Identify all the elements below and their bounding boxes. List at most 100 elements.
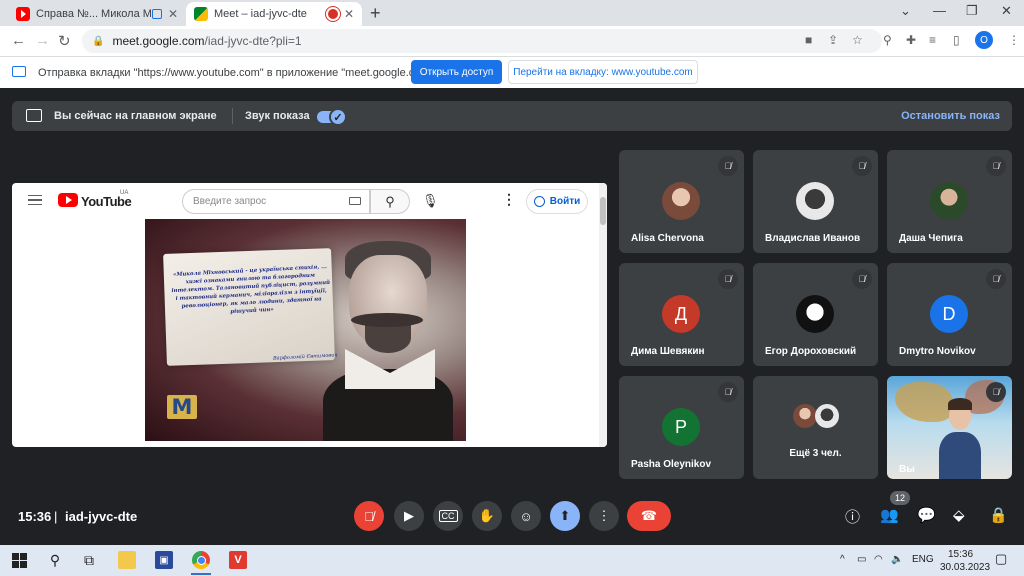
extension-icon[interactable]: ⚲ xyxy=(883,33,892,47)
emoji-icon: ☺ xyxy=(519,508,533,524)
share-icon[interactable]: ⇪ xyxy=(828,33,838,47)
participant-tile[interactable]: 🎙̸ Егор Дороховский xyxy=(753,263,878,366)
people-icon[interactable]: 👥 xyxy=(880,506,899,524)
captions-button[interactable]: CC xyxy=(433,501,463,531)
search-icon[interactable]: ⚲ xyxy=(370,189,410,214)
minimize-icon[interactable]: — xyxy=(933,3,946,18)
side-panel-icon[interactable]: ▯ xyxy=(953,33,960,47)
puzzle-icon[interactable]: ✚ xyxy=(906,33,916,47)
captions-icon: CC xyxy=(438,510,458,522)
mic-off-icon: 🎙̸ xyxy=(852,156,872,176)
battery-icon[interactable]: ▭ xyxy=(857,554,866,565)
address-bar[interactable]: 🔒 meet.google.com/iad-jyvc-dte?pli=1 xyxy=(82,29,882,53)
browser-toolbar: ← → ↻ 🔒 meet.google.com/iad-jyvc-dte?pli… xyxy=(0,26,1024,56)
avatar xyxy=(662,182,700,220)
network-icon[interactable]: ◠ xyxy=(874,554,883,565)
participant-tile[interactable]: 🎙̸ Владислав Иванов xyxy=(753,150,878,253)
participant-tile[interactable]: 🎙̸ Даша Чепига xyxy=(887,150,1012,253)
bookmark-star-icon[interactable]: ☆ xyxy=(852,33,863,47)
save-app-icon[interactable]: ▣ xyxy=(155,551,173,569)
keyboard-icon[interactable] xyxy=(349,197,361,205)
participant-tile[interactable]: 🎙̸ Д Дима Шевякин xyxy=(619,263,744,366)
back-icon[interactable]: ← xyxy=(11,32,26,49)
scrollbar-thumb[interactable] xyxy=(600,197,606,225)
close-tab-icon[interactable]: ✕ xyxy=(168,7,178,21)
vivaldi-icon[interactable]: V xyxy=(229,551,247,569)
reload-icon[interactable]: ↻ xyxy=(58,32,71,50)
more-participants-label: Ещё 3 чел. xyxy=(789,448,842,459)
show-hidden-icons-icon[interactable]: ^ xyxy=(840,554,845,565)
video-player[interactable]: «Микола Міхновський - це українська стих… xyxy=(145,219,466,441)
participant-name: Дима Шевякин xyxy=(631,346,705,357)
notifications-icon[interactable]: ▢ xyxy=(995,551,1007,567)
goto-tab-button[interactable]: Перейти на вкладку: www.youtube.com xyxy=(508,60,698,84)
active-app-indicator xyxy=(191,573,211,575)
close-window-icon[interactable]: ✕ xyxy=(1001,3,1012,19)
host-controls-icon[interactable]: 🔒 xyxy=(989,506,1008,524)
microphone-off-button[interactable]: 🎙̸ xyxy=(354,501,384,531)
hamburger-menu-icon[interactable] xyxy=(28,195,42,205)
stop-presenting-button[interactable]: Остановить показ xyxy=(901,110,1000,122)
meeting-details-icon[interactable]: ⓘ xyxy=(845,506,860,527)
raise-hand-button[interactable]: ✋ xyxy=(472,501,502,531)
profile-avatar[interactable]: O xyxy=(975,31,993,49)
share-audio-toggle[interactable]: ✓ xyxy=(317,108,347,126)
more-options-icon[interactable]: ⋮ xyxy=(502,191,516,208)
youtube-wordmark[interactable]: YouTube xyxy=(81,194,132,209)
more-options-button[interactable]: ⋮ xyxy=(589,501,619,531)
recording-indicator-icon xyxy=(327,9,338,19)
volume-icon[interactable]: 🔈 xyxy=(891,554,903,565)
youtube-search-input[interactable]: Введите запрос xyxy=(182,189,370,214)
close-tab-icon[interactable]: ✕ xyxy=(344,7,354,21)
participant-name: Владислав Иванов xyxy=(765,233,861,244)
camera-in-use-icon[interactable]: ■ xyxy=(805,33,812,47)
search-icon[interactable]: ⚲ xyxy=(46,551,64,569)
new-tab-button[interactable]: + xyxy=(370,3,381,24)
chrome-icon[interactable] xyxy=(192,551,210,569)
participant-name: Вы xyxy=(899,464,915,475)
file-explorer-icon[interactable] xyxy=(118,551,136,569)
mic-off-icon: 🎙̸ xyxy=(718,156,738,176)
tab-search-icon[interactable]: ⌄ xyxy=(900,3,911,19)
shared-screen: YouTube UA Введите запрос ⚲ 🎙 ⋮ Войти «М… xyxy=(12,183,607,447)
avatar xyxy=(930,182,968,220)
more-participants-tile[interactable]: Ещё 3 чел. xyxy=(753,376,878,479)
hang-up-icon: ☎ xyxy=(640,508,658,523)
youtube-logo-icon[interactable] xyxy=(58,193,78,207)
input-language[interactable]: ENG xyxy=(912,554,934,565)
microphone-icon[interactable]: 🎙 xyxy=(422,193,439,209)
taskbar-clock-time[interactable]: 15:36 xyxy=(948,549,973,560)
presenting-status: Вы сейчас на главном экране xyxy=(54,110,217,122)
camera-button[interactable]: ▶ xyxy=(394,501,424,531)
leave-call-button[interactable]: ☎ xyxy=(627,501,671,531)
windows-start-icon[interactable] xyxy=(10,551,28,569)
sign-in-button[interactable]: Войти xyxy=(526,189,588,214)
forward-icon[interactable]: → xyxy=(35,32,50,49)
media-control-icon[interactable]: ≡ xyxy=(929,33,936,47)
participant-tile[interactable]: 🎙̸ Alisa Chervona xyxy=(619,150,744,253)
cast-icon xyxy=(12,66,26,77)
chat-icon[interactable]: 💬 xyxy=(917,506,936,524)
participant-count-badge: 12 xyxy=(890,491,910,505)
mic-off-icon: 🎙̸ xyxy=(986,269,1006,289)
restore-icon[interactable]: ❐ xyxy=(966,3,978,19)
participant-tile[interactable]: 🎙̸ P Pasha Oleynikov xyxy=(619,376,744,479)
present-screen-button[interactable]: ⬆ xyxy=(550,501,580,531)
user-icon xyxy=(533,196,545,207)
tab-meet[interactable]: Meet – iad-jyvc-dte ✕ xyxy=(186,2,362,26)
scrollbar[interactable] xyxy=(599,183,607,447)
task-view-icon[interactable]: ⧉ xyxy=(80,551,98,569)
taskbar-clock-date[interactable]: 30.03.2023 xyxy=(940,562,990,573)
share-this-tab-button[interactable]: Открыть доступ xyxy=(411,60,502,84)
reactions-button[interactable]: ☺ xyxy=(511,501,541,531)
chrome-menu-icon[interactable]: ⋮ xyxy=(1008,33,1020,47)
more-vert-icon: ⋮ xyxy=(597,508,611,523)
present-icon: ⬆ xyxy=(559,508,571,523)
participant-tile[interactable]: 🎙̸ D Dmytro Novikov xyxy=(887,263,1012,366)
tab-youtube[interactable]: Справа №... Микола Міхнов ✕ xyxy=(8,2,186,26)
activities-icon[interactable]: ⬙ xyxy=(953,506,965,524)
casting-indicator-icon xyxy=(151,9,162,19)
meeting-clock: 15:36 xyxy=(18,509,52,524)
self-view-tile[interactable]: 🎙̸ Вы xyxy=(887,376,1012,479)
url-host: meet.google.com xyxy=(112,34,205,48)
